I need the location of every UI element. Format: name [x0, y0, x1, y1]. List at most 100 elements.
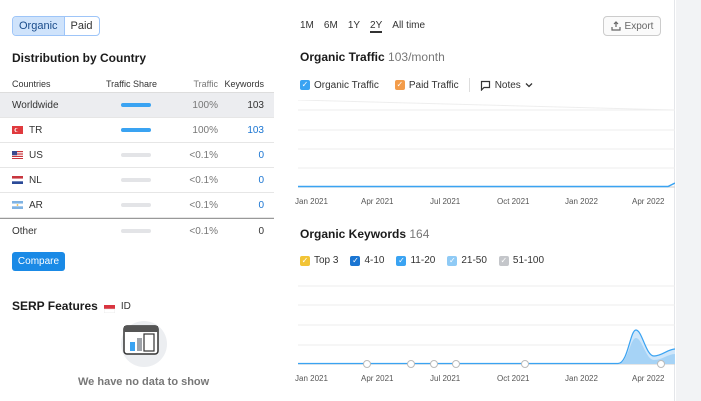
- keywords-cell[interactable]: 0: [218, 150, 274, 161]
- organic-keywords-chart: [298, 285, 675, 368]
- keywords-legend: ✓ Top 3 ✓ 4-10 ✓ 11-20 ✓ 21-50 ✓ 51-100: [300, 255, 552, 266]
- organic-traffic-legend-label: Organic Traffic: [314, 79, 379, 91]
- export-icon: [610, 21, 621, 31]
- overview-card: Organic Paid Distribution by Country Cou…: [0, 0, 675, 401]
- keywords-cell[interactable]: 0: [218, 175, 274, 186]
- x-axis-label: Jan 2022: [565, 197, 598, 206]
- scrollbar-area[interactable]: [676, 0, 701, 401]
- country-name: Other: [12, 225, 38, 237]
- traffic-cell: <0.1%: [189, 174, 218, 186]
- notes-button[interactable]: Notes: [495, 80, 521, 91]
- organic-traffic-line: [298, 182, 675, 188]
- organic-traffic-checkbox[interactable]: ✓: [300, 80, 310, 90]
- period-selector: 1M 6M 1Y 2Y All time: [300, 20, 425, 33]
- col-keywords[interactable]: Keywords: [218, 79, 274, 89]
- traffic-share-cell: [106, 178, 166, 182]
- country-cell: Worldwide: [0, 100, 106, 111]
- x-axis-label: Apr 2022: [632, 374, 665, 383]
- table-row[interactable]: NL <0.1% 0: [0, 168, 274, 193]
- legend-divider: [468, 78, 470, 92]
- chevron-down-icon[interactable]: [525, 81, 533, 89]
- serp-features-label: SERP Features: [12, 299, 98, 313]
- traffic-share-cell: [106, 128, 166, 132]
- traffic-legend: ✓ Organic Traffic ✓ Paid Traffic Notes: [300, 78, 533, 92]
- argentina-flag-icon: [12, 201, 23, 209]
- period-1m[interactable]: 1M: [300, 20, 314, 33]
- x-axis-label: Jan 2021: [295, 197, 328, 206]
- country-cell: Other: [0, 226, 106, 237]
- period-6m[interactable]: 6M: [324, 20, 338, 33]
- organic-toggle-button[interactable]: Organic: [13, 17, 65, 35]
- x-axis-label: Oct 2021: [497, 374, 530, 383]
- export-button[interactable]: Export: [603, 16, 661, 36]
- country-name: AR: [29, 199, 43, 211]
- keywords-4-10-checkbox[interactable]: ✓: [350, 255, 361, 266]
- col-traffic-share[interactable]: Traffic Share: [106, 79, 166, 89]
- keywords-11-20-checkbox[interactable]: ✓: [396, 255, 407, 266]
- keywords-area-21-50: [298, 330, 675, 364]
- indonesia-flag-icon: [103, 302, 116, 314]
- keywords-cell[interactable]: 0: [218, 200, 274, 211]
- traffic-share-bar: [121, 229, 151, 233]
- keywords-cell: 103: [247, 99, 264, 111]
- keywords-area-11-20: [298, 338, 675, 364]
- no-data-text: We have no data to show: [78, 376, 210, 388]
- keywords-top-3-label: Top 3: [314, 255, 339, 266]
- paid-traffic-checkbox[interactable]: ✓: [394, 80, 405, 90]
- country-name: TR: [29, 124, 43, 136]
- x-axis-label: Apr 2021: [361, 197, 394, 206]
- x-axis-label: Apr 2021: [361, 374, 394, 383]
- export-label: Export: [624, 20, 654, 32]
- traffic-share-bar: [121, 153, 151, 157]
- table-row[interactable]: Worldwide 100% 103: [0, 93, 274, 118]
- traffic-cell: <0.1%: [189, 149, 218, 161]
- compare-button[interactable]: Compare: [12, 252, 65, 271]
- keywords-4-10-label: 4-10: [364, 255, 385, 266]
- traffic-share-cell: [106, 229, 166, 233]
- table-row[interactable]: TR 100% 103: [0, 118, 274, 143]
- table-row[interactable]: US <0.1% 0: [0, 143, 274, 168]
- organic-keywords-value: 164: [409, 227, 430, 241]
- col-traffic[interactable]: Traffic: [166, 79, 218, 89]
- traffic-cell: <0.1%: [189, 199, 218, 211]
- x-axis-label: Jan 2021: [295, 374, 328, 383]
- table-row[interactable]: Other <0.1% 0: [0, 218, 274, 243]
- traffic-share-fill: [121, 103, 151, 107]
- x-axis-label: Jan 2022: [565, 374, 598, 383]
- organic-traffic-chart: [298, 100, 675, 188]
- distribution-title: Distribution by Country: [12, 51, 146, 65]
- netherlands-flag-icon: [12, 176, 23, 184]
- table-header: Countries Traffic Share Traffic Keywords: [0, 75, 274, 93]
- country-name: US: [29, 149, 43, 161]
- organic-traffic-value: 103/month: [388, 50, 445, 64]
- period-2y[interactable]: 2Y: [370, 20, 383, 33]
- period-1y[interactable]: 1Y: [348, 20, 360, 33]
- paid-toggle-button[interactable]: Paid: [65, 17, 99, 35]
- table-row[interactable]: AR <0.1% 0: [0, 193, 274, 218]
- x-axis-label: Oct 2021: [497, 197, 530, 206]
- traffic-share-cell: [106, 203, 166, 207]
- traffic-cell: 100%: [192, 124, 218, 136]
- country-cell: AR: [0, 200, 106, 211]
- serp-country-code: ID: [120, 300, 131, 312]
- keywords-cell[interactable]: 103: [218, 125, 274, 136]
- country-name: Worldwide: [12, 99, 59, 111]
- distribution-table: Countries Traffic Share Traffic Keywords…: [0, 75, 274, 243]
- col-countries[interactable]: Countries: [0, 79, 106, 89]
- keywords-line: [298, 329, 675, 365]
- traffic-share-bar: [121, 203, 151, 207]
- country-cell: US: [0, 150, 106, 161]
- traffic-cell: <0.1%: [189, 225, 218, 237]
- no-data-illustration-icon: [121, 321, 167, 367]
- us-flag-icon: [12, 151, 23, 159]
- keywords-51-100-checkbox[interactable]: ✓: [498, 255, 509, 266]
- keywords-11-20-label: 11-20: [410, 255, 436, 266]
- country-cell: TR: [0, 125, 106, 136]
- traffic-share-fill: [121, 128, 151, 132]
- period-all-time[interactable]: All time: [392, 20, 425, 33]
- traffic-share-cell: [106, 103, 166, 107]
- keywords-top-3-checkbox[interactable]: ✓: [300, 255, 310, 266]
- country-cell: NL: [0, 175, 106, 186]
- keywords-21-50-checkbox[interactable]: ✓: [447, 255, 458, 266]
- traffic-share-bar: [121, 128, 151, 132]
